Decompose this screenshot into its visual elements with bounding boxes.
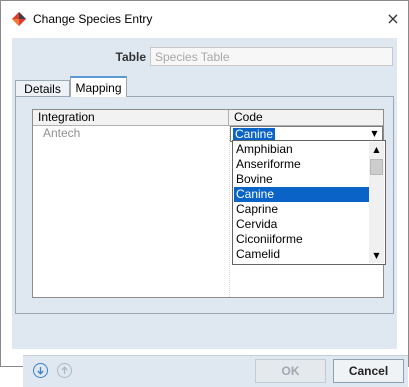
- scroll-down-icon[interactable]: ▼: [369, 248, 384, 263]
- dropdown-option[interactable]: Bovine: [234, 172, 369, 187]
- scroll-up-icon[interactable]: ▲: [369, 142, 384, 157]
- column-divider: [229, 126, 230, 297]
- move-up-button[interactable]: [57, 363, 72, 378]
- dropdown-option[interactable]: Ciconiiforme: [234, 232, 369, 247]
- table-label: Table: [115, 50, 146, 64]
- close-button[interactable]: ×: [378, 5, 408, 33]
- move-down-button[interactable]: [33, 363, 48, 378]
- close-icon[interactable]: ×: [386, 9, 399, 28]
- window-title: Change Species Entry: [33, 12, 153, 26]
- tab-mapping[interactable]: Mapping: [70, 76, 127, 97]
- chevron-down-icon[interactable]: ▼: [367, 127, 382, 141]
- table-field: Species Table: [150, 47, 393, 66]
- tab-details[interactable]: Details: [15, 80, 70, 97]
- arrow-up-icon: [61, 366, 68, 374]
- dropdown-option[interactable]: Anseriforme: [234, 157, 369, 172]
- scrollbar-thumb[interactable]: [370, 159, 383, 175]
- column-header-integration[interactable]: Integration: [33, 110, 229, 125]
- dropdown-option[interactable]: Amphibian: [234, 142, 369, 157]
- arrow-down-icon: [37, 367, 44, 375]
- title-bar: Change Species Entry ×: [1, 1, 408, 38]
- integration-cell[interactable]: Antech: [43, 126, 80, 141]
- cancel-button[interactable]: Cancel: [333, 359, 404, 383]
- dropdown-option[interactable]: Cervida: [234, 217, 369, 232]
- dialog-footer: OK Cancel: [23, 355, 408, 387]
- dropdown-scrollbar[interactable]: ▲ ▼: [369, 142, 384, 263]
- ok-button[interactable]: OK: [255, 359, 326, 383]
- column-header-code[interactable]: Code: [229, 110, 383, 125]
- dialog-window: Change Species Entry × Table Species Tab…: [0, 0, 409, 387]
- dropdown-option[interactable]: Caprine: [234, 202, 369, 217]
- dropdown-option-selected[interactable]: Canine: [234, 187, 369, 202]
- dropdown-option[interactable]: Camelid: [234, 247, 369, 262]
- grid-header: Integration Code: [33, 110, 383, 126]
- code-dropdown-list[interactable]: Amphibian Anseriforme Bovine Canine Capr…: [232, 140, 386, 265]
- app-logo-icon: [12, 12, 26, 26]
